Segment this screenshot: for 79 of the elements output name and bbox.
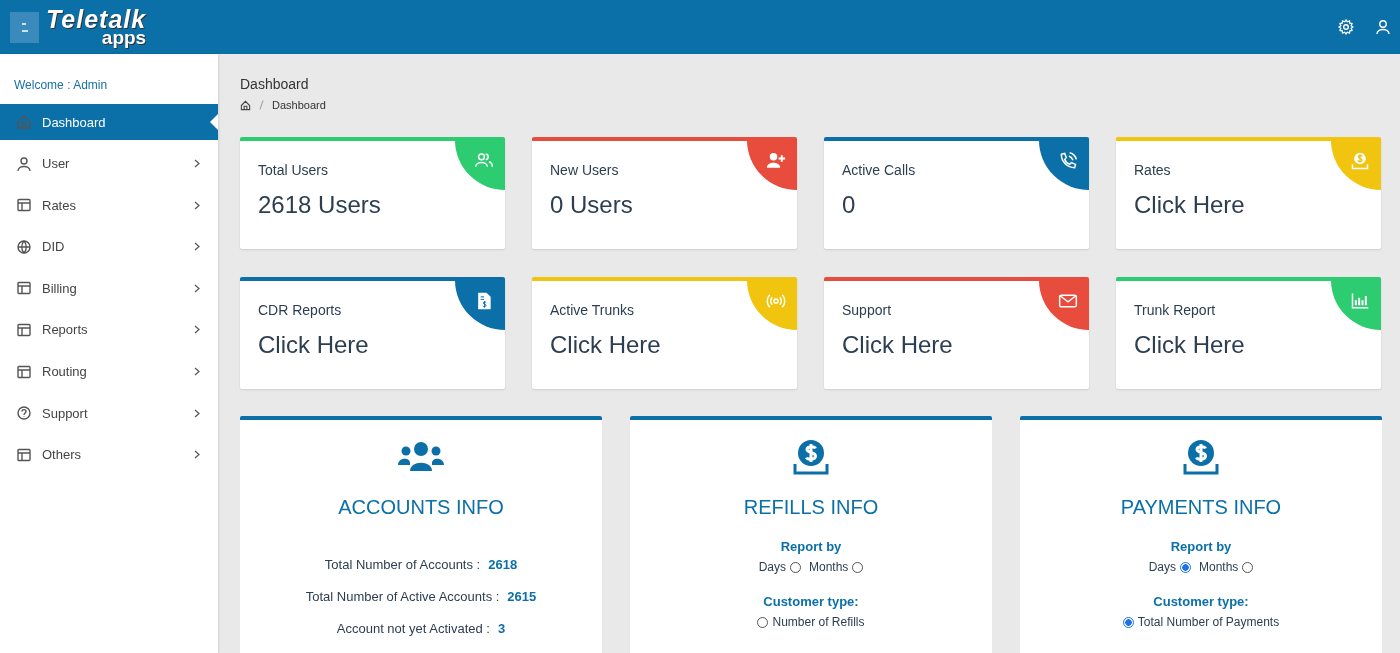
stat-label: Total Number of Accounts : (324, 557, 481, 572)
radio-label: Days (758, 560, 786, 574)
stat-card[interactable]: New Users 0 Users (532, 137, 797, 249)
stat-card[interactable]: Support Click Here (824, 277, 1089, 389)
card-title: Active Trunks (550, 302, 635, 318)
card-value: Click Here (550, 331, 662, 359)
user-icon (16, 155, 32, 172)
radio-label: Number of Refills (772, 615, 865, 629)
customer-type-label: Customer type: (1153, 594, 1249, 609)
card-value: Click Here (1134, 331, 1246, 359)
table-icon (16, 197, 32, 214)
radio-label: Days (1148, 560, 1176, 574)
sidebar-item[interactable]: Dashboard (0, 104, 218, 140)
globe-icon (16, 238, 32, 255)
card-title: Total Users (258, 162, 329, 178)
panel-title: PAYMENTS INFO (1120, 496, 1282, 519)
report-by-label: Report by (780, 539, 842, 554)
user-icon (1376, 19, 1390, 35)
stat-label: Account not yet Activated : (336, 621, 490, 636)
stat-card[interactable]: CDR Reports Click Here (240, 277, 505, 389)
stat-value: 2615 (507, 589, 537, 604)
card-title: New Users (550, 162, 619, 178)
welcome-text: Welcome : Admin (13, 78, 109, 92)
stat-card[interactable]: Rates Click Here (1116, 137, 1381, 249)
breadcrumb-separator (259, 100, 264, 110)
coin-icon (1350, 150, 1370, 171)
radio-button[interactable] (1122, 616, 1134, 628)
menu-icon (20, 21, 29, 33)
settings-icon (1338, 19, 1354, 35)
card-title: Active Calls (842, 162, 916, 178)
help-icon (16, 405, 32, 422)
sidebar-item[interactable]: User (0, 145, 218, 182)
sidebar-item[interactable]: Support (0, 395, 218, 432)
stat-value: 2618 (488, 557, 518, 572)
stat-card[interactable]: Trunk Report Click Here (1116, 277, 1381, 389)
stat-card[interactable]: Total Users 2618 Users (240, 137, 505, 249)
page-title: Dashboard (240, 76, 310, 92)
table-icon (16, 446, 32, 463)
sidebar-item[interactable]: Reports (0, 311, 218, 348)
coin-icon (1182, 438, 1220, 476)
user-plus-icon (766, 150, 786, 171)
breadcrumb-item: Dashboard (272, 99, 326, 111)
panel-title: REFILLS INFO (743, 496, 879, 519)
stat-value: 3 (497, 621, 506, 636)
radio-label: Total Number of Payments (1137, 615, 1280, 629)
settings-button[interactable] (1338, 19, 1354, 35)
card-value: 0 (842, 191, 857, 219)
radio-button[interactable] (1180, 561, 1191, 573)
sidebar-item[interactable]: Billing (0, 270, 218, 307)
table-icon (16, 280, 32, 297)
card-value: Click Here (1134, 191, 1246, 219)
table-icon (16, 321, 32, 338)
report-by-label: Report by (1170, 539, 1232, 554)
card-title: Rates (1134, 162, 1171, 178)
stat-label: Total Number of Active Accounts : (305, 589, 500, 604)
card-value: 2618 Users (258, 191, 382, 219)
coin-icon (792, 438, 830, 476)
sidebar-item[interactable]: Others (0, 436, 218, 473)
phone-icon (1058, 150, 1078, 171)
table-icon (16, 363, 32, 380)
home-icon[interactable] (240, 99, 251, 111)
panel-title: ACCOUNTS INFO (338, 496, 504, 519)
customer-type-label: Customer type: (763, 594, 859, 609)
menu-button[interactable] (10, 11, 39, 43)
card-value: 0 Users (550, 191, 634, 219)
card-value: Click Here (842, 331, 954, 359)
stat-card[interactable]: Active Trunks Click Here (532, 277, 797, 389)
radio-label: Months (1199, 560, 1239, 574)
sidebar-item[interactable]: Routing (0, 353, 218, 390)
card-title: Trunk Report (1134, 302, 1216, 318)
card-title: Support (842, 302, 892, 318)
sidebar-item[interactable]: DID (0, 228, 218, 265)
home-icon (16, 114, 32, 130)
card-title: CDR Reports (258, 302, 342, 318)
user-button[interactable] (1376, 19, 1390, 35)
card-value: Click Here (258, 331, 370, 359)
radio-label: Months (809, 560, 849, 574)
stat-card[interactable]: Active Calls 0 (824, 137, 1089, 249)
sidebar-item[interactable]: Rates (0, 187, 218, 224)
